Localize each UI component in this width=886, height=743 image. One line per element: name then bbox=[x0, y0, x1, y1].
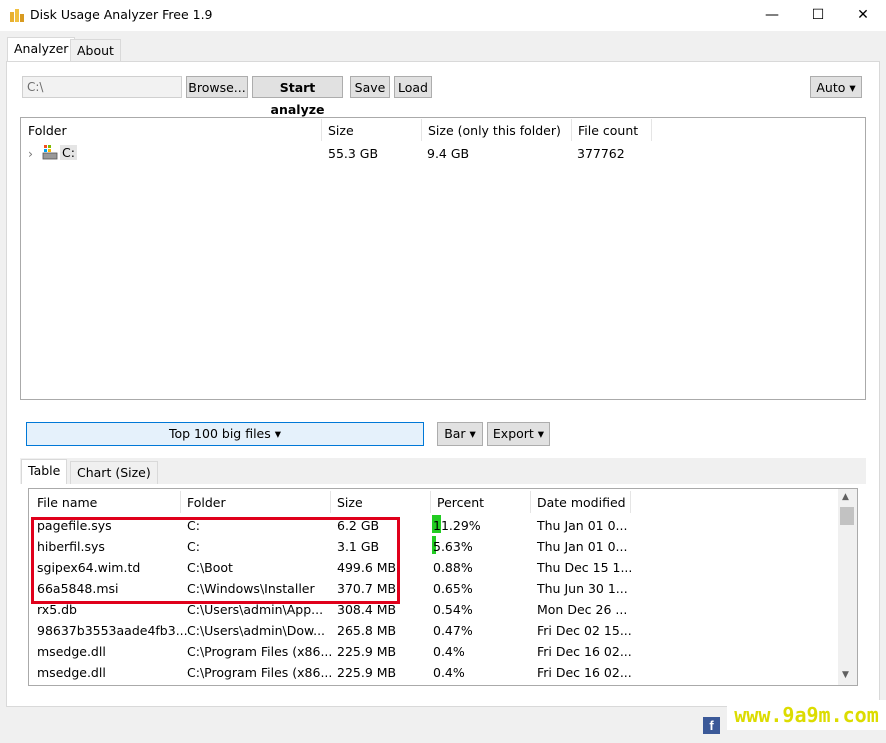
tree-header-file-count[interactable]: File count bbox=[578, 123, 638, 138]
file-date-cell: Fri Dec 02 15... bbox=[537, 623, 632, 638]
load-button[interactable]: Load bbox=[394, 76, 432, 98]
scroll-down-icon[interactable]: ▼ bbox=[842, 670, 849, 680]
file-folder-cell: C:\Program Files (x86... bbox=[187, 644, 333, 659]
files-header-separator[interactable] bbox=[430, 491, 431, 513]
file-percent-cell: 5.63% bbox=[433, 539, 473, 554]
tab-analyzer[interactable]: Analyzer bbox=[7, 37, 76, 62]
file-size-cell: 225.9 MB bbox=[337, 644, 397, 659]
highlight-box bbox=[31, 517, 400, 604]
file-percent-cell: 0.4% bbox=[433, 644, 465, 659]
tree-header-separator[interactable] bbox=[421, 119, 422, 141]
file-date-cell: Mon Dec 26 ... bbox=[537, 602, 628, 617]
watermark: www.9a9m.com bbox=[727, 700, 886, 730]
tree-item-c-drive[interactable]: C: bbox=[60, 145, 77, 160]
files-header-percent[interactable]: Percent bbox=[437, 495, 484, 510]
files-header-separator[interactable] bbox=[530, 491, 531, 513]
tree-cell-size: 55.3 GB bbox=[328, 146, 379, 161]
start-analyze-button[interactable]: Start analyze bbox=[252, 76, 343, 117]
file-name-cell: rx5.db bbox=[37, 602, 77, 617]
file-size-cell: 265.8 MB bbox=[337, 623, 397, 638]
file-size-cell: 308.4 MB bbox=[337, 602, 397, 617]
tree-header-separator[interactable] bbox=[571, 119, 572, 141]
file-name-cell: msedge.dll bbox=[37, 665, 106, 680]
top-files-dropdown[interactable]: Top 100 big files ▾ bbox=[26, 422, 424, 446]
tree-header-own-size[interactable]: Size (only this folder) bbox=[428, 123, 561, 138]
export-dropdown[interactable]: Export ▾ bbox=[487, 422, 550, 446]
files-header-folder[interactable]: Folder bbox=[187, 495, 226, 510]
file-name-cell: 98637b3553aade4fb3... bbox=[37, 623, 188, 638]
file-percent-cell: 0.54% bbox=[433, 602, 473, 617]
save-button[interactable]: Save bbox=[350, 76, 390, 98]
app-icon bbox=[9, 8, 25, 23]
file-date-cell: Fri Dec 16 02... bbox=[537, 644, 632, 659]
tree-header-folder[interactable]: Folder bbox=[28, 123, 67, 138]
browse-button[interactable]: Browse... bbox=[186, 76, 248, 98]
tab-about[interactable]: About bbox=[70, 39, 121, 62]
file-percent-cell: 11.29% bbox=[433, 518, 481, 533]
file-folder-cell: C:\Users\admin\Dow... bbox=[187, 623, 326, 638]
files-header-date[interactable]: Date modified bbox=[537, 495, 626, 510]
window-title: Disk Usage Analyzer Free 1.9 bbox=[30, 7, 213, 22]
scrollbar-thumb[interactable] bbox=[840, 507, 854, 525]
file-percent-cell: 0.88% bbox=[433, 560, 473, 575]
bar-dropdown[interactable]: Bar ▾ bbox=[437, 422, 483, 446]
file-percent-cell: 0.47% bbox=[433, 623, 473, 638]
files-header-name[interactable]: File name bbox=[37, 495, 97, 510]
file-date-cell: Fri Dec 16 02... bbox=[537, 665, 632, 680]
files-header-separator[interactable] bbox=[180, 491, 181, 513]
minimize-button[interactable]: — bbox=[749, 0, 795, 31]
file-percent-cell: 0.65% bbox=[433, 581, 473, 596]
file-name-cell: msedge.dll bbox=[37, 644, 106, 659]
tree-expand-icon[interactable]: › bbox=[28, 146, 33, 161]
file-date-cell: Thu Jun 30 1... bbox=[537, 581, 628, 596]
file-folder-cell: C:\Users\admin\App... bbox=[187, 602, 324, 617]
tree-header-size[interactable]: Size bbox=[328, 123, 354, 138]
files-header-separator[interactable] bbox=[630, 491, 631, 513]
tree-header-separator[interactable] bbox=[651, 119, 652, 141]
file-size-cell: 225.9 MB bbox=[337, 665, 397, 680]
files-header-separator[interactable] bbox=[330, 491, 331, 513]
tab-table[interactable]: Table bbox=[21, 459, 68, 484]
tree-cell-file-count: 377762 bbox=[577, 146, 625, 161]
tree-cell-own-size: 9.4 GB bbox=[427, 146, 470, 161]
file-date-cell: Thu Dec 15 1... bbox=[537, 560, 633, 575]
path-input[interactable]: C:\ bbox=[22, 76, 182, 98]
file-date-cell: Thu Jan 01 0... bbox=[537, 539, 628, 554]
files-header-size[interactable]: Size bbox=[337, 495, 363, 510]
maximize-button[interactable]: ☐ bbox=[795, 0, 841, 31]
tree-header-separator[interactable] bbox=[321, 119, 322, 141]
auto-dropdown[interactable]: Auto ▾ bbox=[810, 76, 862, 98]
facebook-icon[interactable]: f bbox=[703, 717, 720, 734]
file-percent-cell: 0.4% bbox=[433, 665, 465, 680]
file-date-cell: Thu Jan 01 0... bbox=[537, 518, 628, 533]
scroll-up-icon[interactable]: ▲ bbox=[842, 492, 849, 502]
file-folder-cell: C:\Program Files (x86... bbox=[187, 665, 333, 680]
drive-icon bbox=[42, 144, 58, 160]
tab-chart-size[interactable]: Chart (Size) bbox=[70, 461, 158, 484]
close-button[interactable]: ✕ bbox=[840, 0, 886, 31]
